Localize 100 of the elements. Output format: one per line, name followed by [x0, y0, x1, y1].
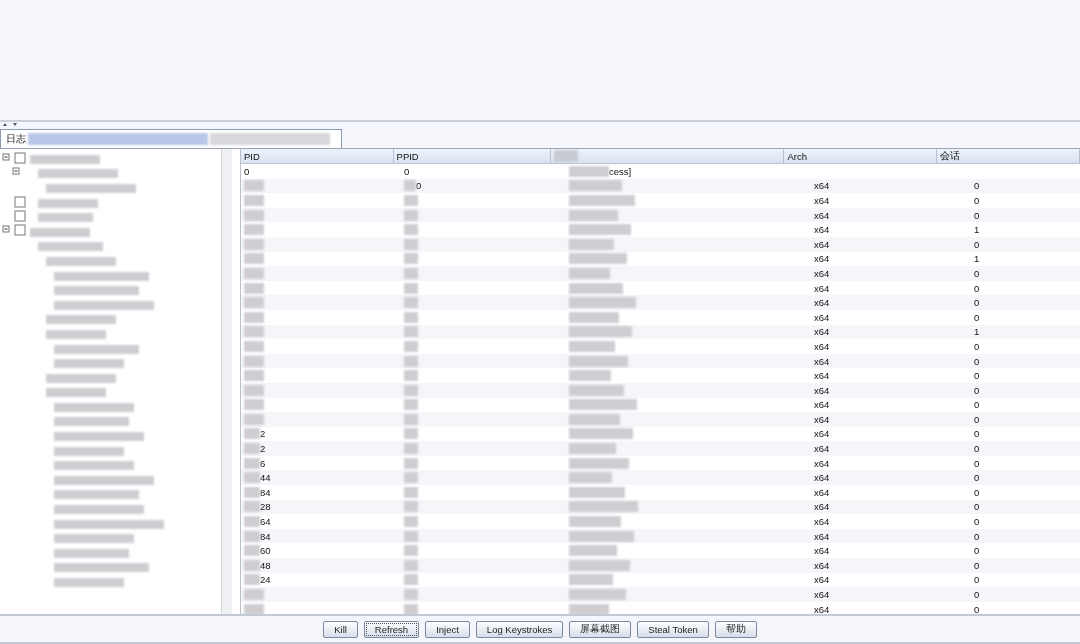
table-cell: 0	[974, 311, 980, 323]
redaction-blur	[404, 457, 418, 469]
redaction-blur	[38, 213, 93, 223]
redaction-blur	[244, 384, 264, 396]
redaction-blur	[569, 326, 632, 338]
table-cell: x64	[814, 559, 830, 571]
table-cell: 1	[974, 224, 980, 236]
table-cell: x64	[814, 472, 830, 484]
redaction-blur	[54, 578, 124, 587]
column-header[interactable]: PPID	[393, 149, 551, 163]
redaction-blur	[569, 384, 624, 396]
redaction-blur	[569, 559, 630, 571]
redaction-blur	[569, 311, 619, 323]
redaction-blur	[244, 472, 260, 484]
redaction-blur	[404, 195, 418, 206]
redaction-blur	[569, 209, 618, 221]
redaction-blur	[244, 516, 260, 528]
action-button[interactable]: Steal Token	[637, 620, 709, 638]
redaction-blur	[244, 530, 260, 542]
table-cell: 0	[974, 195, 980, 206]
redaction-blur	[244, 180, 264, 192]
table-cell: 0	[974, 267, 980, 279]
redaction-blur	[569, 472, 612, 484]
redaction-blur	[404, 253, 418, 265]
table-cell: x64	[814, 384, 830, 396]
table-cell: 48	[260, 559, 271, 571]
redaction-blur	[46, 329, 106, 339]
table-cell: x64	[814, 589, 830, 600]
redaction-blur	[244, 282, 264, 294]
redaction-blur	[404, 443, 418, 455]
table-cell: 0	[974, 545, 980, 557]
table-cell: x64	[814, 326, 830, 338]
table-cell: 0	[974, 370, 980, 382]
table-cell: 84	[260, 530, 271, 542]
table-cell: x64	[814, 545, 830, 557]
redaction-blur	[244, 574, 260, 586]
table-cell: 0	[974, 399, 980, 411]
table-cell: 1	[974, 253, 980, 265]
action-button[interactable]: Log Keystrokes	[475, 620, 564, 638]
redaction-blur	[244, 311, 264, 323]
redaction-blur	[404, 282, 418, 294]
table-cell: cess]	[609, 165, 632, 177]
redaction-blur	[404, 399, 418, 411]
table-cell: 64	[260, 516, 271, 528]
table-cell: 0	[974, 238, 980, 250]
table-cell: 0	[974, 589, 980, 600]
redaction-blur	[569, 180, 622, 192]
redaction-blur	[244, 559, 260, 571]
table-cell: x64	[814, 516, 830, 528]
redaction-blur	[244, 370, 264, 382]
table-cell: x64	[814, 603, 830, 614]
redaction-blur	[404, 530, 418, 542]
redaction-blur	[244, 589, 264, 600]
redaction-blur	[569, 340, 615, 352]
action-button[interactable]: Kill	[323, 620, 358, 638]
redaction-blur	[569, 545, 617, 557]
table-cell: x64	[814, 355, 830, 367]
table-cell: 0	[974, 516, 980, 528]
redaction-blur	[404, 326, 418, 338]
action-button[interactable]: 帮助	[714, 620, 757, 638]
column-header[interactable]: Arch	[784, 149, 937, 163]
table-cell: 0	[974, 180, 980, 192]
redaction-blur	[404, 413, 418, 425]
redaction-blur	[404, 297, 418, 309]
redaction-blur	[30, 154, 100, 164]
table-cell: 0	[974, 443, 980, 455]
table-cell: 60	[260, 545, 271, 557]
collapse-arrows-icon[interactable]	[2, 122, 18, 128]
table-cell: 28	[260, 501, 271, 513]
table-cell: 0	[974, 603, 980, 614]
table-cell: x64	[814, 253, 830, 265]
redaction-blur	[569, 516, 621, 528]
column-header[interactable]: 会话	[936, 149, 1080, 163]
tab[interactable]: 日志	[0, 129, 342, 148]
redaction-blur	[244, 297, 264, 309]
action-button[interactable]: Inject	[425, 620, 470, 638]
redaction-blur	[404, 589, 418, 600]
redaction-blur	[569, 413, 620, 425]
redaction-blur	[46, 373, 116, 383]
table-cell: 84	[260, 486, 271, 498]
redaction-blur	[244, 267, 264, 279]
column-header[interactable]: PID	[241, 149, 394, 163]
table-cell: x64	[814, 486, 830, 498]
table-cell: 0	[974, 457, 980, 469]
action-button[interactable]: Refresh	[363, 620, 420, 638]
redaction-blur	[38, 242, 103, 252]
scrollbar[interactable]	[221, 149, 232, 614]
redaction-blur	[404, 486, 418, 498]
redaction-blur	[569, 253, 627, 265]
redaction-blur	[569, 501, 638, 513]
redaction-blur	[404, 224, 418, 236]
redaction-blur	[244, 545, 260, 557]
table-cell: 0	[974, 209, 980, 221]
table-cell: 0	[974, 501, 980, 513]
redaction-blur	[569, 399, 637, 411]
redaction-blur	[404, 428, 418, 440]
action-button[interactable]: 屏幕截图	[569, 620, 632, 638]
table-cell: x64	[814, 399, 830, 411]
redaction-blur	[569, 355, 628, 367]
table-cell: 2	[260, 428, 266, 440]
